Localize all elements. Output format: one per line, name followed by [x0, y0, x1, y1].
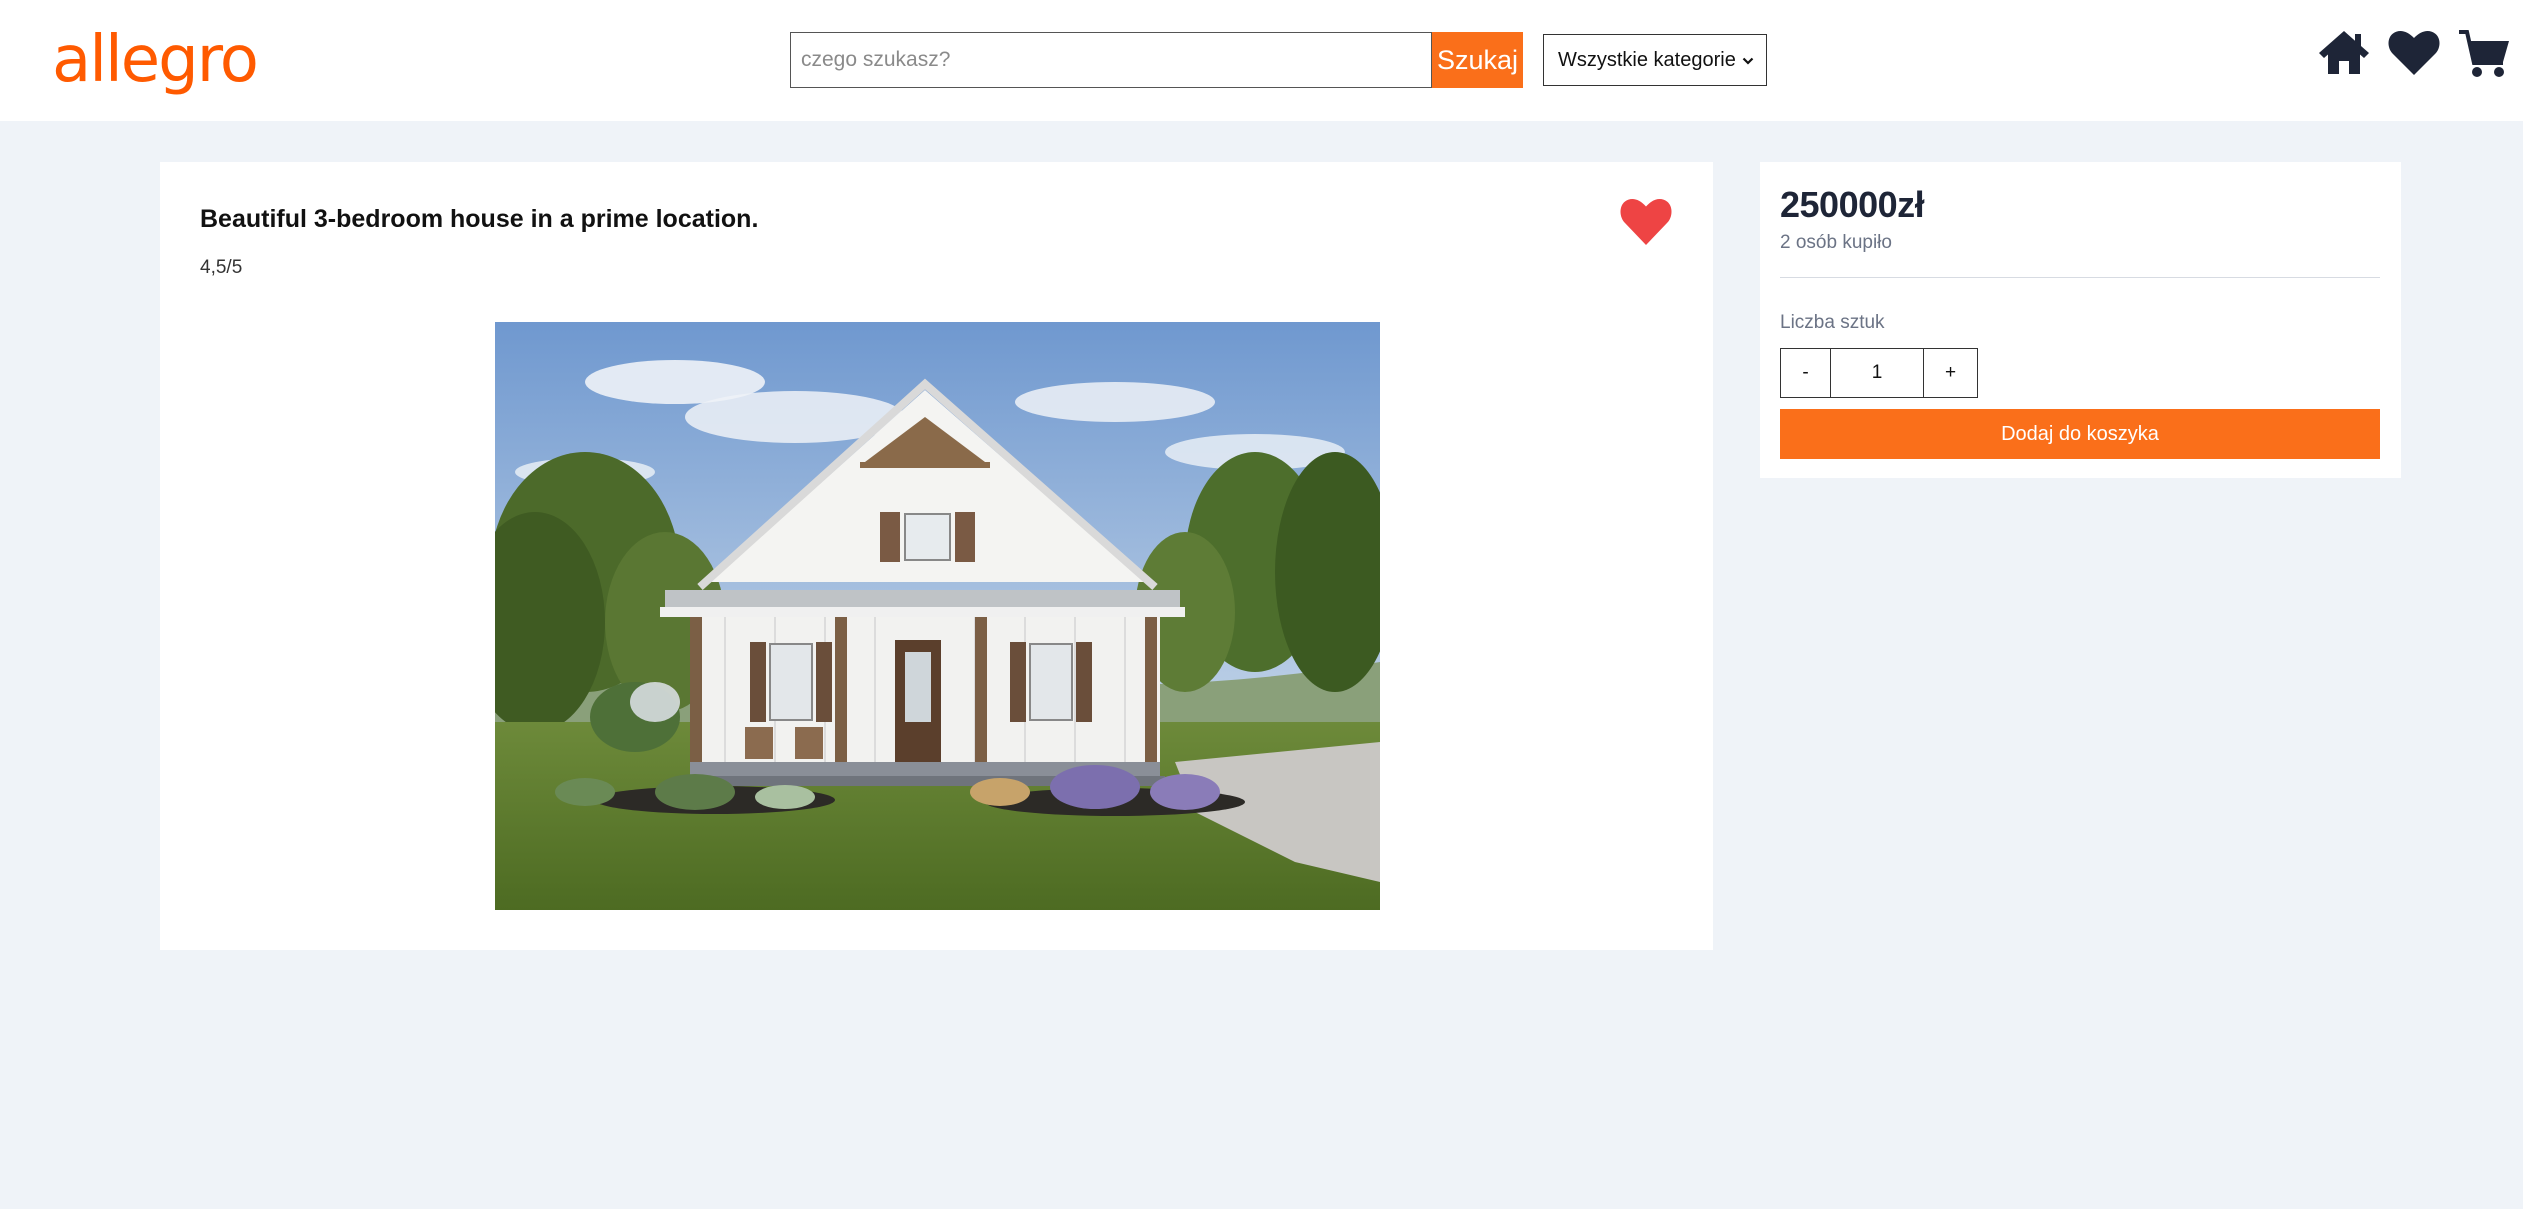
category-select[interactable]: Wszystkie kategorie	[1543, 34, 1767, 86]
divider	[1780, 277, 2380, 278]
buy-box: 250000zł 2 osób kupiło Liczba sztuk - + …	[1760, 162, 2401, 478]
allegro-logo[interactable]: allegro	[52, 20, 259, 100]
quantity-input[interactable]	[1830, 348, 1924, 398]
product-title: Beautiful 3-bedroom house in a prime loc…	[200, 205, 759, 233]
cart-icon[interactable]	[2457, 30, 2511, 83]
search-input[interactable]	[790, 32, 1432, 88]
price: 250000zł	[1780, 184, 1925, 225]
category-select-label: Wszystkie kategorie	[1558, 48, 1736, 71]
buyers-count: 2 osób kupiło	[1780, 232, 1892, 253]
heart-icon[interactable]	[1620, 198, 1672, 251]
product-rating: 4,5/5	[200, 257, 243, 278]
search-button[interactable]: Szukaj	[1432, 32, 1523, 88]
quantity-label: Liczba sztuk	[1780, 312, 1885, 333]
product-card: Beautiful 3-bedroom house in a prime loc…	[160, 162, 1713, 950]
quantity-increase-button[interactable]: +	[1923, 348, 1978, 398]
quantity-decrease-button[interactable]: -	[1780, 348, 1831, 398]
top-header: allegro Szukaj Wszystkie kategorie	[0, 0, 2523, 121]
chevron-down-icon	[1742, 49, 1754, 72]
heart-icon[interactable]	[2388, 30, 2440, 81]
product-image	[495, 322, 1380, 910]
add-to-cart-button[interactable]: Dodaj do koszyka	[1780, 409, 2380, 459]
home-icon[interactable]	[2318, 28, 2370, 81]
